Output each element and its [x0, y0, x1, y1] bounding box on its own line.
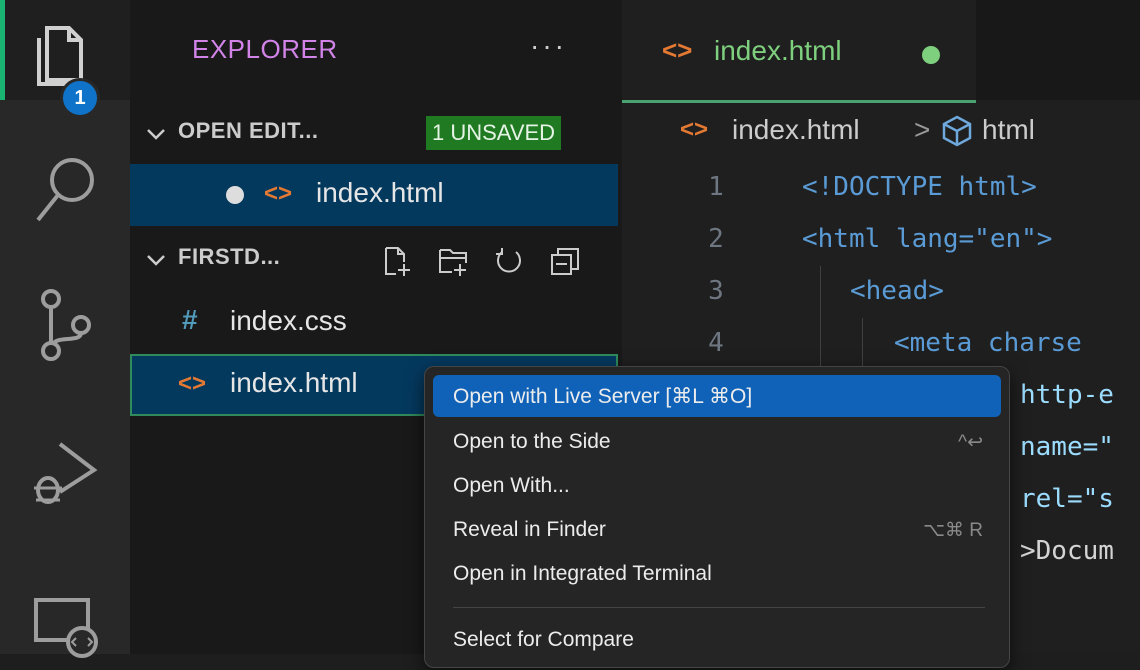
- line-number: 3: [708, 276, 724, 306]
- unsaved-dot-icon: [226, 186, 244, 204]
- line-number: 4: [708, 328, 724, 358]
- code-line: 4 <meta charse: [622, 318, 1140, 370]
- run-debug-icon: [34, 442, 98, 504]
- remote-explorer-activity[interactable]: [0, 570, 130, 670]
- code-text: http-e: [1020, 380, 1114, 410]
- unsaved-count-badge: 1: [60, 78, 100, 118]
- menu-item-shortcut: ^↩: [958, 432, 983, 453]
- menu-separator: [453, 607, 985, 608]
- search-activity[interactable]: [0, 140, 130, 240]
- menu-item-shortcut: ⌥⌘ R: [923, 520, 983, 541]
- tab-label: index.html: [714, 35, 842, 66]
- explorer-header: EXPLORER ···: [130, 0, 622, 100]
- code-line: 2 <html lang="en">: [622, 214, 1140, 266]
- menu-item-label: Open in Integrated Terminal: [453, 562, 712, 585]
- line-number: 1: [708, 172, 724, 202]
- html-file-icon: <>: [178, 370, 207, 397]
- code-line: 3 <head>: [622, 266, 1140, 318]
- context-menu: Open with Live Server [⌘L ⌘O] Open to th…: [424, 366, 1010, 668]
- new-folder-icon[interactable]: [438, 246, 468, 276]
- breadcrumb-symbol[interactable]: html: [982, 114, 1035, 146]
- open-editor-filename: index.html: [316, 177, 444, 208]
- tab-strip: <> index.html: [622, 0, 1140, 103]
- menu-item-open-in-terminal[interactable]: Open in Integrated Terminal: [433, 553, 1001, 595]
- breadcrumb-separator: >: [914, 114, 931, 145]
- line-number: 2: [708, 224, 724, 254]
- file-item-index-css[interactable]: # index.css: [130, 292, 618, 354]
- css-file-icon: #: [182, 304, 198, 335]
- explorer-title: EXPLORER: [192, 34, 338, 64]
- open-editors-label: OPEN EDIT...: [178, 118, 319, 143]
- code-text: <head>: [850, 276, 944, 306]
- remote-explorer-icon: [34, 598, 98, 658]
- files-icon: [37, 26, 83, 86]
- menu-item-label: Select for Compare: [453, 628, 634, 651]
- more-actions-button[interactable]: ···: [530, 30, 567, 62]
- html-file-icon: <>: [264, 180, 293, 207]
- run-debug-activity[interactable]: [0, 420, 130, 520]
- collapse-all-icon[interactable]: [550, 246, 580, 276]
- menu-item-reveal-in-finder[interactable]: Reveal in Finder ⌥⌘ R: [433, 509, 1001, 551]
- code-text: <meta charse: [894, 328, 1082, 358]
- folder-label: FIRSTD...: [178, 244, 281, 269]
- breadcrumb: <> index.html > html: [622, 100, 1140, 162]
- menu-item-label: Open to the Side: [453, 430, 611, 453]
- folder-section[interactable]: FIRSTD...: [130, 228, 622, 288]
- open-editor-item[interactable]: <> index.html: [130, 164, 618, 226]
- file-name: index.html: [230, 367, 358, 398]
- search-icon: [36, 158, 94, 222]
- html-file-icon: <>: [662, 35, 693, 65]
- code-text: <html lang="en">: [802, 224, 1053, 254]
- breadcrumb-file[interactable]: index.html: [732, 114, 860, 146]
- code-text: <!DOCTYPE html>: [802, 172, 1037, 202]
- menu-item-open-to-side[interactable]: Open to the Side ^↩: [433, 421, 1001, 463]
- file-name: index.css: [230, 305, 347, 336]
- code-text: >Docum: [1020, 536, 1114, 566]
- menu-item-open-with-live-server[interactable]: Open with Live Server [⌘L ⌘O]: [433, 375, 1001, 417]
- unsaved-dot-icon[interactable]: [922, 46, 940, 64]
- open-editors-section[interactable]: OPEN EDIT... 1 UNSAVED: [130, 102, 622, 162]
- code-text: name=": [1020, 432, 1114, 462]
- source-control-icon: [41, 289, 91, 361]
- unsaved-badge: 1 UNSAVED: [426, 116, 562, 150]
- explorer-activity[interactable]: 1: [0, 0, 130, 118]
- menu-item-label: Open with Live Server [⌘L ⌘O]: [453, 385, 753, 408]
- html-file-icon: <>: [680, 116, 709, 143]
- activity-bar: 1: [0, 0, 130, 658]
- chevron-down-icon: [147, 255, 165, 266]
- source-control-activity[interactable]: [0, 275, 130, 375]
- refresh-icon[interactable]: [494, 246, 524, 276]
- code-line: 1 <!DOCTYPE html>: [622, 162, 1140, 214]
- menu-item-select-for-compare[interactable]: Select for Compare: [433, 619, 1001, 661]
- menu-item-open-with[interactable]: Open With...: [433, 465, 1001, 507]
- symbol-cube-icon: [942, 115, 972, 147]
- new-file-icon[interactable]: [382, 246, 412, 276]
- tab-index-html[interactable]: <> index.html: [622, 0, 976, 103]
- menu-item-label: Open With...: [453, 474, 570, 497]
- menu-item-label: Reveal in Finder: [453, 518, 606, 541]
- chevron-down-icon: [147, 129, 165, 140]
- code-text: rel="s: [1020, 484, 1114, 514]
